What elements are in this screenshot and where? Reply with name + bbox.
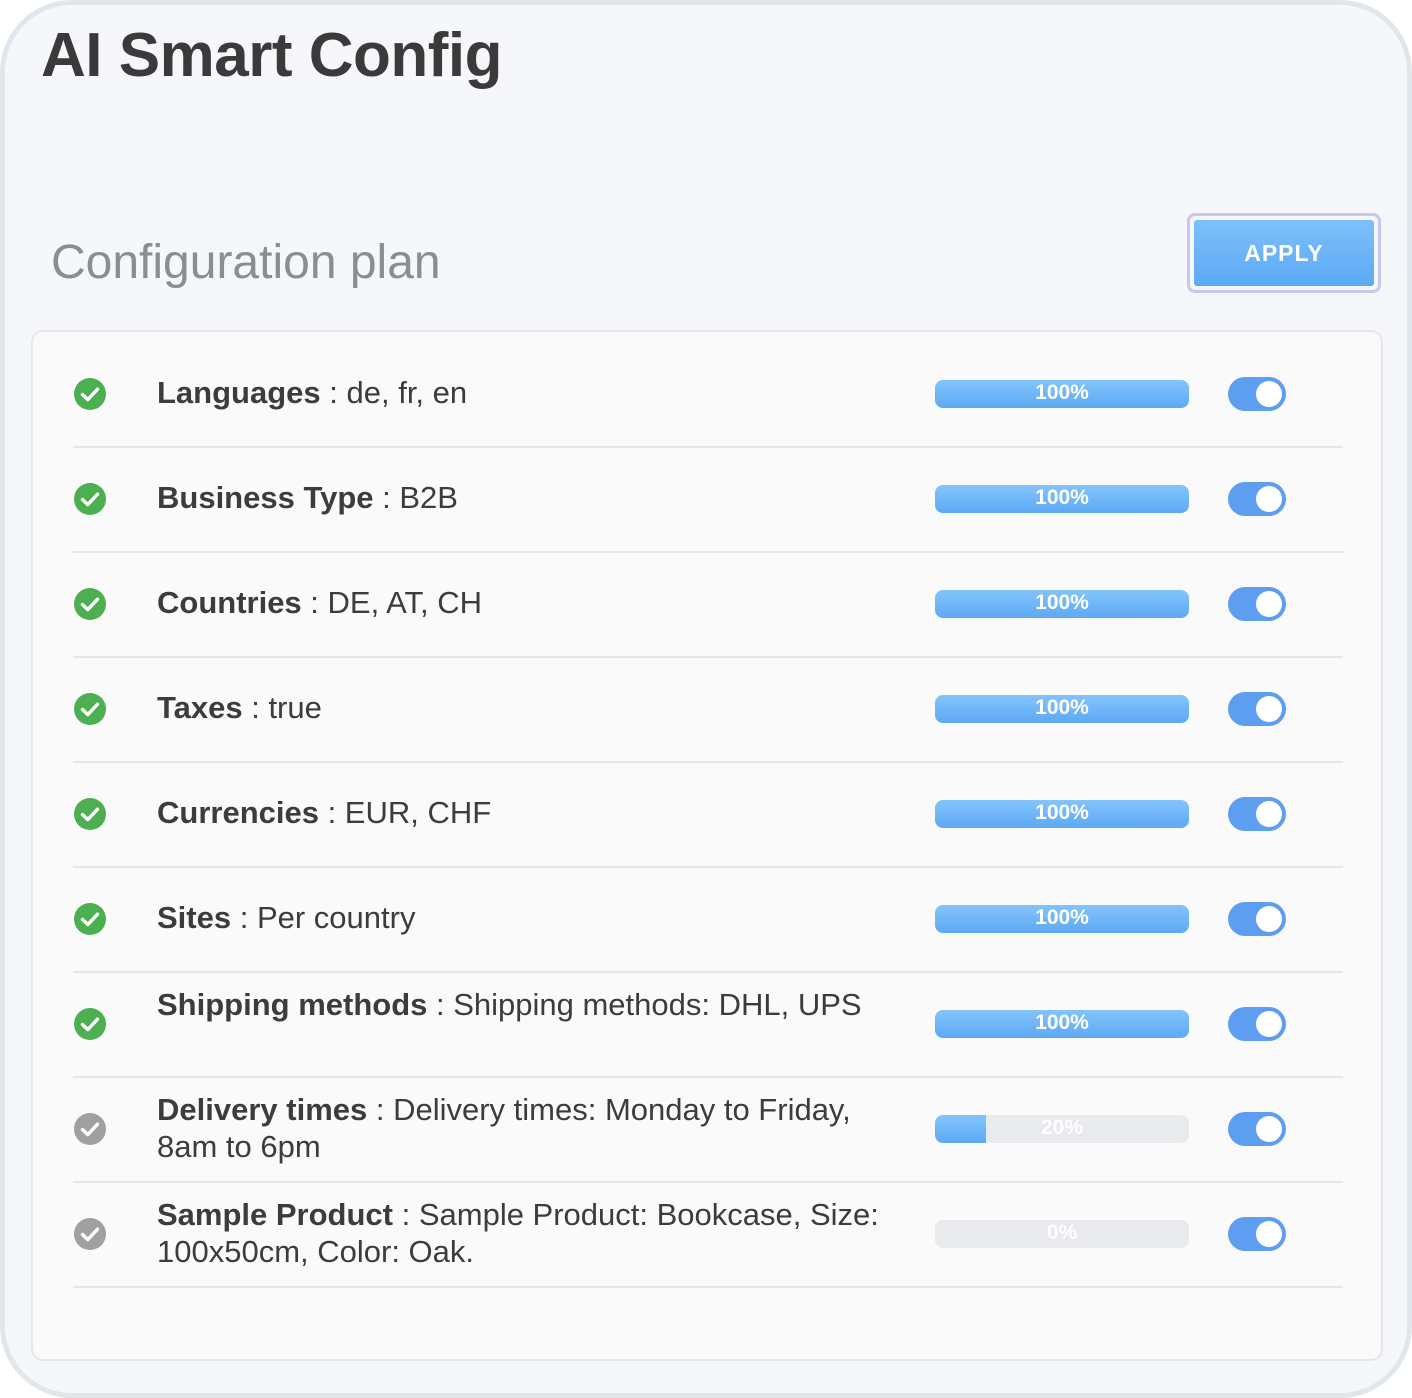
- plan-row-key: Taxes: [157, 690, 243, 725]
- toggle-knob: [1256, 696, 1282, 722]
- progress-label: 100%: [1035, 486, 1089, 509]
- app-window: AI Smart Config Configuration plan APPLY…: [0, 0, 1412, 1398]
- plan-row-value: : DE, AT, CH: [301, 585, 482, 620]
- toggle-knob: [1256, 1221, 1282, 1247]
- plan-row-key: Delivery times: [157, 1092, 368, 1127]
- plan-row-key: Shipping methods: [157, 987, 428, 1022]
- app-title: AI Smart Config: [41, 21, 502, 90]
- progress-bar: 100%: [935, 1010, 1189, 1038]
- enable-toggle[interactable]: [1228, 1112, 1286, 1146]
- enable-toggle[interactable]: [1228, 797, 1286, 831]
- progress-bar: 100%: [935, 380, 1189, 408]
- plan-row-text: Shipping methods : Shipping methods: DHL…: [157, 986, 917, 1023]
- progress-bar: 100%: [935, 800, 1189, 828]
- check-circle-icon: [73, 587, 107, 621]
- progress-label: 100%: [1035, 696, 1089, 719]
- progress-label: 100%: [1035, 591, 1089, 614]
- plan-row-text: Languages : de, fr, en: [157, 374, 917, 411]
- plan-row-value: : true: [242, 690, 322, 725]
- plan-row-key: Currencies: [157, 795, 319, 830]
- progress-label: 0%: [1046, 1221, 1078, 1244]
- toggle-knob: [1256, 906, 1282, 932]
- check-circle-icon: [73, 692, 107, 726]
- progress-bar: 100%: [935, 905, 1189, 933]
- toggle-knob: [1256, 486, 1282, 512]
- check-circle-icon: [73, 902, 107, 936]
- plan-row-value: : Shipping methods: DHL, UPS: [427, 987, 862, 1022]
- plan-row-sample-product: Sample Product : Sample Product: Bookcas…: [73, 1182, 1343, 1288]
- progress-bar: 100%: [935, 695, 1189, 723]
- plan-row-shipping-methods: Shipping methods : Shipping methods: DHL…: [73, 972, 1343, 1078]
- enable-toggle[interactable]: [1228, 902, 1286, 936]
- enable-toggle[interactable]: [1228, 377, 1286, 411]
- plan-row-key: Languages: [157, 375, 321, 410]
- check-circle-icon: [73, 797, 107, 831]
- enable-toggle[interactable]: [1228, 482, 1286, 516]
- check-circle-icon: [73, 377, 107, 411]
- progress-label: 20%: [1040, 1116, 1084, 1139]
- plan-row-business-type: Business Type : B2B 100%: [73, 447, 1343, 553]
- plan-row-key: Sites: [157, 900, 232, 935]
- toggle-knob: [1256, 1116, 1282, 1142]
- plan-row-text: Sample Product : Sample Product: Bookcas…: [157, 1196, 917, 1270]
- plan-row-sites: Sites : Per country 100%: [73, 867, 1343, 973]
- toggle-knob: [1256, 1011, 1282, 1037]
- progress-bar: 0%: [935, 1220, 1189, 1248]
- enable-toggle[interactable]: [1228, 1217, 1286, 1251]
- plan-row-value: : B2B: [373, 480, 458, 515]
- plan-row-value: : de, fr, en: [320, 375, 468, 410]
- plan-row-key: Countries: [157, 585, 302, 620]
- check-circle-icon: [73, 1217, 107, 1251]
- apply-button[interactable]: APPLY: [1194, 220, 1374, 286]
- plan-row-text: Taxes : true: [157, 689, 917, 726]
- enable-toggle[interactable]: [1228, 692, 1286, 726]
- plan-row-value: : Per country: [231, 900, 416, 935]
- plan-row-value: : EUR, CHF: [318, 795, 492, 830]
- plan-row-taxes: Taxes : true 100%: [73, 657, 1343, 763]
- check-circle-icon: [73, 482, 107, 516]
- progress-label: 100%: [1035, 801, 1089, 824]
- progress-label: 100%: [1035, 1011, 1089, 1034]
- enable-toggle[interactable]: [1228, 1007, 1286, 1041]
- progress-bar: 100%: [935, 590, 1189, 618]
- toggle-knob: [1256, 801, 1282, 827]
- configuration-plan-list: Languages : de, fr, en 100% Business Type …: [31, 330, 1383, 1361]
- plan-row-text: Delivery times : Delivery times: Monday …: [157, 1091, 917, 1165]
- toggle-knob: [1256, 381, 1282, 407]
- plan-row-text: Sites : Per country: [157, 899, 917, 936]
- plan-row-delivery-times: Delivery times : Delivery times: Monday …: [73, 1077, 1343, 1183]
- plan-row-countries: Countries : DE, AT, CH 100%: [73, 552, 1343, 658]
- toggle-knob: [1256, 591, 1282, 617]
- plan-row-text: Business Type : B2B: [157, 479, 917, 516]
- enable-toggle[interactable]: [1228, 587, 1286, 621]
- progress-label: 100%: [1035, 906, 1089, 929]
- plan-row-text: Currencies : EUR, CHF: [157, 794, 917, 831]
- plan-row-key: Business Type: [157, 480, 374, 515]
- plan-row-currencies: Currencies : EUR, CHF 100%: [73, 762, 1343, 868]
- plan-row-text: Countries : DE, AT, CH: [157, 584, 917, 621]
- check-circle-icon: [73, 1007, 107, 1041]
- section-title: Configuration plan: [51, 236, 441, 289]
- apply-button-focus-ring: APPLY: [1187, 213, 1381, 293]
- progress-label: 100%: [1035, 381, 1089, 404]
- progress-bar: 100%: [935, 485, 1189, 513]
- plan-row-languages: Languages : de, fr, en 100%: [73, 342, 1343, 448]
- progress-bar: 20%: [935, 1115, 1189, 1143]
- plan-row-key: Sample Product: [157, 1197, 393, 1232]
- check-circle-icon: [73, 1112, 107, 1146]
